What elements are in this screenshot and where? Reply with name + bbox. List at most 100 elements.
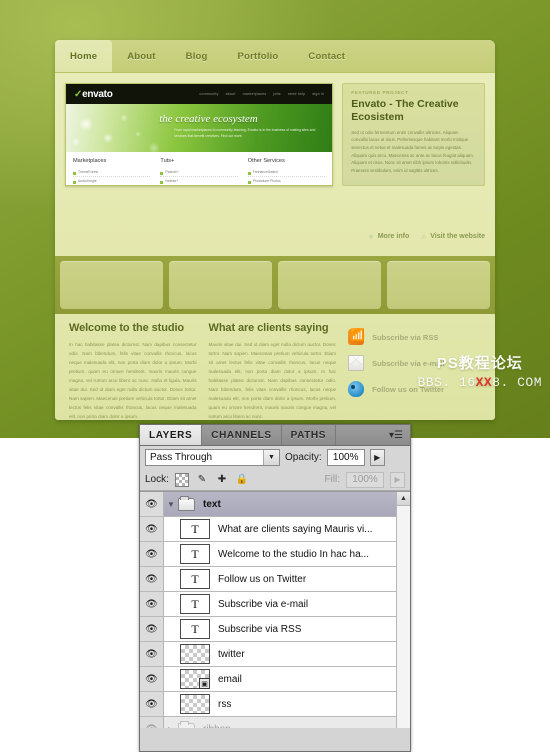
tab-label: LAYERS <box>149 429 193 441</box>
opacity-slider-toggle[interactable]: ▶ <box>369 449 385 466</box>
lock-all-icon[interactable]: 🔒 <box>235 473 249 487</box>
tab-layers[interactable]: LAYERS <box>140 425 203 445</box>
nav-item-home[interactable]: Home <box>55 40 113 72</box>
fill-value: 100% <box>352 474 378 485</box>
text-layer-thumbnail: T <box>180 594 210 614</box>
layer-row-twitter[interactable]: 👁 twitter <box>140 642 410 667</box>
subscribe-rss-item[interactable]: Subscribe via RSS <box>348 324 481 350</box>
placeholder-box[interactable] <box>60 261 163 309</box>
envato-column-other-services: Other Services FreelanceSwitch Photodune… <box>247 158 326 185</box>
nav-item-blog[interactable]: Blog <box>171 40 223 72</box>
layer-row-text-group[interactable]: 👁 ▼ text <box>140 492 410 517</box>
layer-row-rss[interactable]: 👁 rss <box>140 692 410 717</box>
layer-row-ribbon-group[interactable]: 👁 ▶ ribbon <box>140 717 410 728</box>
featured-kicker: FEATURED PROJECT <box>351 90 409 95</box>
subscribe-email-item[interactable]: Subscribe via e-mail <box>348 350 481 376</box>
layer-row-email[interactable]: 👁 ▣ email <box>140 667 410 692</box>
eye-icon[interactable]: 👁 <box>140 667 164 691</box>
column-subscribe: Subscribe via RSS Subscribe via e-mail F… <box>348 322 481 422</box>
magnifier-icon: ⌕ <box>421 231 427 241</box>
layer-list-scrollbar[interactable]: ▲ <box>396 492 410 728</box>
column-link: Nettuts+ <box>160 177 237 185</box>
visit-website-button[interactable]: ⌕ Visit the website <box>421 232 485 241</box>
column-welcome: Welcome to the studio In hac habitasse p… <box>69 322 197 422</box>
pixel-layer-thumbnail <box>180 644 210 664</box>
panel-tab-bar: LAYERS CHANNELS PATHS ▾☰ <box>140 425 410 446</box>
featured-project-panel: FEATURED PROJECT Envato - The Creative E… <box>342 83 485 186</box>
follow-twitter-item[interactable]: Follow us on Twitter <box>348 376 481 402</box>
follow-twitter-label: Follow us on Twitter <box>372 384 445 394</box>
envato-screenshot-preview[interactable]: ✓envato community about marketplaces job… <box>65 83 334 186</box>
scroll-up-icon[interactable]: ▲ <box>397 492 410 506</box>
chevron-down-icon[interactable]: ▼ <box>164 500 178 509</box>
folder-icon <box>178 720 195 728</box>
placeholder-box[interactable] <box>169 261 272 309</box>
eye-icon[interactable]: 👁 <box>140 542 164 566</box>
panel-menu-icon[interactable]: ▾☰ <box>382 425 410 445</box>
column-clients: What are clients saying Mauris vitae dui… <box>209 322 337 422</box>
layer-row-follow-twitter[interactable]: 👁 T Follow us on Twitter <box>140 567 410 592</box>
column-heading: Tuts+ <box>160 158 175 164</box>
welcome-body: In hac habitasse platea dictumst. Nam da… <box>69 342 197 419</box>
layer-name: twitter <box>218 648 245 660</box>
fill-slider-toggle[interactable]: ▶ <box>390 471 405 488</box>
opacity-input[interactable]: 100% <box>326 449 365 466</box>
envato-topbar: ✓envato community about marketplaces job… <box>66 84 333 104</box>
layer-row-welcome-text[interactable]: 👁 T Welcome to the studio In hac ha... <box>140 542 410 567</box>
eye-icon[interactable]: 👁 <box>140 492 164 516</box>
eye-icon[interactable]: 👁 <box>140 717 164 728</box>
tab-paths[interactable]: PATHS <box>282 425 337 445</box>
eye-icon[interactable]: 👁 <box>140 617 164 641</box>
eye-icon[interactable]: 👁 <box>140 642 164 666</box>
fill-label: Fill: <box>324 474 340 485</box>
layer-row-subscribe-rss[interactable]: 👁 T Subscribe via RSS <box>140 617 410 642</box>
envato-logo-mark: ✓ <box>74 88 83 100</box>
lock-position-icon[interactable]: ✚ <box>215 473 229 487</box>
featured-body: Sed ut odio fermentum enim convallis ult… <box>351 129 474 174</box>
fill-input[interactable]: 100% <box>346 471 384 488</box>
photoshop-layers-panel: LAYERS CHANNELS PATHS ▾☰ Pass Through ▼ … <box>139 424 411 752</box>
eye-icon[interactable]: 👁 <box>140 692 164 716</box>
tab-label: CHANNELS <box>211 429 272 441</box>
placeholder-box[interactable] <box>278 261 381 309</box>
eye-icon[interactable]: 👁 <box>140 567 164 591</box>
text-layer-thumbnail: T <box>180 519 210 539</box>
smart-object-badge-icon: ▣ <box>199 678 210 689</box>
text-layer-thumbnail: T <box>180 544 210 564</box>
clients-body: Mauris vitae dui. Sed id diam eget nulla… <box>208 342 337 419</box>
envato-subline: From rapid marketplaces to community lea… <box>174 128 316 138</box>
subscribe-rss-label: Subscribe via RSS <box>372 332 439 342</box>
eye-icon[interactable]: 👁 <box>140 517 164 541</box>
nav-item-contact[interactable]: Contact <box>293 40 360 72</box>
tab-channels[interactable]: CHANNELS <box>202 425 282 445</box>
blend-mode-select[interactable]: Pass Through ▼ <box>145 449 280 466</box>
envato-topnav-item: marketplaces <box>242 92 267 96</box>
more-info-button[interactable]: ● More info <box>368 232 409 241</box>
placeholder-box[interactable] <box>387 261 490 309</box>
blend-opacity-row: Pass Through ▼ Opacity: 100% ▶ <box>140 446 410 469</box>
envato-hero-banner: the creative ecosystem From rapid market… <box>66 104 333 152</box>
layer-row-clients-text[interactable]: 👁 T What are clients saying Mauris vi... <box>140 517 410 542</box>
hero-section: ✓envato community about marketplaces job… <box>55 73 495 186</box>
clients-heading: What are clients saying <box>208 322 329 334</box>
column-heading: Marketplaces <box>73 158 107 164</box>
text-layer-thumbnail: T <box>180 619 210 639</box>
layer-row-subscribe-email[interactable]: 👁 T Subscribe via e-mail <box>140 592 410 617</box>
layer-name: ribbon <box>203 724 231 729</box>
chevron-down-icon[interactable]: ▼ <box>263 450 279 465</box>
envato-topnav-item: about <box>225 92 236 96</box>
rss-icon <box>348 328 365 345</box>
nav-item-portfolio[interactable]: Portfolio <box>223 40 294 72</box>
column-link: ThemeForest <box>73 168 151 177</box>
eye-icon[interactable]: 👁 <box>140 592 164 616</box>
envato-topnav-item: community <box>199 92 219 96</box>
layer-name: Welcome to the studio In hac ha... <box>218 548 370 560</box>
screenshot-root: Home About Blog Portfolio Contact ✓envat… <box>0 0 550 752</box>
twitter-bird-icon <box>348 381 365 397</box>
chevron-right-icon[interactable]: ▶ <box>164 725 178 729</box>
lock-transparency-icon[interactable] <box>174 472 189 487</box>
layer-name: Follow us on Twitter <box>218 573 307 585</box>
nav-item-about[interactable]: About <box>112 40 170 72</box>
lock-image-icon[interactable]: ✎ <box>195 473 209 487</box>
envato-column-tutsplus: Tuts+ Psdtuts+ Nettuts+ Vectortuts+ <box>160 158 238 185</box>
